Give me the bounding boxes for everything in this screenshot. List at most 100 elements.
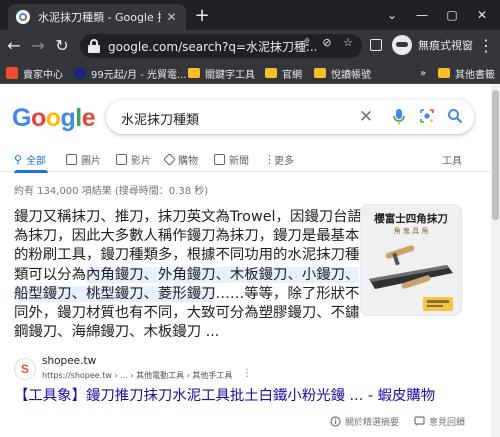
bookmark-label: 悅讀帳號	[331, 69, 371, 81]
tab-close-button[interactable]: ✕	[165, 10, 178, 24]
tab-title: 水泥抹刀種類 - Google 搜尋	[38, 11, 161, 24]
back-arrow-icon[interactable]: ←	[4, 36, 24, 56]
bookmark-folder[interactable]: 官網	[265, 65, 302, 81]
incognito-profile[interactable]: 無痕式視窗	[392, 35, 473, 55]
feedback-link[interactable]: 意見回饋	[414, 414, 465, 428]
snippet-line: 鏝刀又稱抹刀、推刀，抹刀英文為Trowel，因鏝刀台語	[14, 208, 362, 227]
bookmark-label: 關鍵字工具	[205, 69, 255, 81]
tab-label: 新聞	[229, 156, 249, 167]
folder-icon	[314, 68, 326, 78]
search-query[interactable]: 水泥抹刀種類	[121, 109, 199, 128]
maximize-button[interactable]: ▢	[442, 5, 462, 25]
bookmark-star-icon[interactable]: ☆	[341, 36, 355, 50]
eye-off-icon[interactable]: ⊘	[320, 36, 334, 50]
snippet-line: 鋼鏝刀、海綿鏝刀、木板鏝刀 ...	[14, 323, 354, 342]
tab-shopping[interactable]: 購物	[163, 152, 198, 167]
result-breadcrumb: https://shopee.tw › ... › 其他電動工具 › 其他手工具	[42, 371, 233, 380]
bookmark-item[interactable]: 99元起/月 - 光貿電...	[74, 65, 187, 81]
feedback-icon	[414, 415, 425, 426]
video-icon	[116, 154, 127, 165]
folder-icon	[265, 68, 277, 78]
logo-letter: o	[30, 104, 46, 132]
snippet-thumbnail[interactable]: 櫻富士四角抹刀 角 鬼 具 角	[360, 204, 462, 316]
search-box[interactable]: 水泥抹刀種類 ✕	[106, 100, 474, 134]
bookmark-item[interactable]: 賣家中心	[6, 65, 63, 81]
url-text[interactable]: google.com/search?q=水泥抹刀種...	[108, 38, 316, 55]
tab-label: 更多	[274, 156, 294, 167]
bookmarks-overflow-button[interactable]: »	[420, 65, 426, 81]
bookmark-label: 其他書籤	[455, 69, 495, 81]
tab-all[interactable]: ⚲ 全部	[14, 152, 46, 167]
forward-arrow-icon[interactable]: →	[28, 36, 48, 56]
logo-letter: G	[12, 104, 31, 132]
shopee-favicon-icon: S	[14, 358, 36, 380]
bookmarks-bar: 賣家中心 99元起/月 - 光貿電... 關鍵字工具 官網 悅讀帳號 » 其他書…	[0, 62, 500, 84]
snippet-line: 為抹刀，因此大多數人稱作鏝刀為抹刀，鏝刀是最基本	[14, 227, 359, 246]
bookmark-folder[interactable]: 悅讀帳號	[314, 65, 371, 81]
snippet-line: 類可以分為內角鏝刀、外角鏝刀、木板鏝刀、小鏝刀、	[14, 266, 360, 285]
about-featured-snippets-link[interactable]: 關於精選摘要	[330, 414, 399, 428]
result-stats: 約有 134,000 項結果 (搜尋時間：0.38 秒)	[14, 186, 209, 197]
snippet-line: 的粉刷工具，鏝刀種類多，根據不同功用的水泥抹刀種	[14, 246, 359, 265]
image-icon	[66, 154, 77, 165]
tab-label: 圖片	[81, 156, 101, 167]
shopee-icon	[6, 67, 18, 79]
tag-icon	[163, 153, 176, 166]
snippet-line: 船型鏝刀、桃型鏝刀、菱形鏝刀……等等，除了形狀不	[14, 285, 359, 304]
page-scrollbar[interactable]	[491, 84, 500, 437]
share-icon[interactable]: ⇪	[300, 36, 314, 50]
logo-letter: g	[60, 104, 76, 132]
bookmark-label: 官網	[282, 69, 302, 81]
tools-button[interactable]: 工具	[442, 152, 462, 167]
snippet-text: 鋼鏝刀、海綿鏝刀、木板鏝刀 ...	[14, 324, 220, 341]
snippet-text: 類可以分為	[14, 266, 86, 283]
snippet-highlight: 船型鏝刀、桃型鏝刀、菱形鏝刀	[14, 285, 216, 302]
other-bookmarks[interactable]: 其他書籤	[438, 65, 495, 81]
snippet-text: 的粉刷工具，鏝刀種類多，根據不同功用的水泥抹刀種	[14, 247, 360, 264]
browser-tab[interactable]: 水泥抹刀種類 - Google 搜尋 ✕	[8, 4, 186, 30]
tab-images[interactable]: 圖片	[66, 152, 101, 167]
tab-label: 全部	[26, 156, 47, 167]
result-source[interactable]: S shopee.tw https://shopee.tw › ... › 其他…	[14, 354, 252, 384]
snippet-text: 同外，鏝刀材質也有不同，大致可分為塑膠鏝刀、不鏽	[14, 304, 360, 321]
reload-icon[interactable]: ↻	[52, 36, 72, 56]
close-window-button[interactable]: ✕	[472, 5, 492, 25]
clear-icon[interactable]: ✕	[357, 108, 375, 126]
news-icon	[214, 154, 225, 165]
microphone-icon[interactable]	[390, 108, 408, 126]
incognito-icon	[392, 35, 412, 55]
minimize-button[interactable]: —	[412, 5, 432, 25]
search-icon: ⚲	[14, 153, 23, 166]
scrollbar-thumb[interactable]	[492, 90, 499, 220]
tab-label: 影片	[131, 156, 151, 167]
snippet-highlight: 內角鏝刀、外角鏝刀、木板鏝刀、小鏝刀、	[85, 266, 360, 283]
menu-icon[interactable]: ⋮	[476, 36, 496, 56]
snippet-text: 為抹刀，因此大多數人稱作鏝刀為抹刀，鏝刀是最基本	[14, 228, 360, 245]
camera-lens-icon[interactable]	[418, 108, 436, 126]
tab-more[interactable]: ⋮ 更多	[264, 152, 294, 167]
google-logo[interactable]: Google	[12, 104, 96, 133]
search-tabs: ⚲ 全部 圖片 影片 購物 新聞 ⋮ 更多	[0, 146, 500, 173]
result-more-options-icon[interactable]: ⋮	[242, 368, 252, 379]
thumbnail-title: 櫻富士四角抹刀	[374, 213, 448, 225]
more-dots-icon: ⋮	[264, 153, 275, 166]
folder-icon	[438, 68, 450, 78]
tab-videos[interactable]: 影片	[116, 152, 151, 167]
browser-toolbar: ← → ↻ google.com/search?q=水泥抹刀種... ⇪ ⊘ ☆…	[0, 30, 500, 62]
tab-news[interactable]: 新聞	[214, 152, 249, 167]
snippet-text: 鏝刀又稱抹刀、推刀，抹刀英文為Trowel，因鏝刀台語	[14, 209, 362, 225]
search-icon[interactable]	[446, 108, 464, 126]
profile-label: 無痕式視窗	[418, 39, 473, 52]
bookmark-label: 99元起/月 - 光貿電...	[91, 69, 187, 81]
new-tab-button[interactable]: +	[192, 6, 212, 26]
snippet-text: ……等等，除了形狀不	[215, 285, 360, 302]
snippet-line: 同外，鏝刀材質也有不同，大致可分為塑膠鏝刀、不鏽	[14, 304, 359, 323]
bookmark-label: 賣家中心	[23, 69, 63, 81]
result-title-link[interactable]: 【工具象】鏝刀推刀抹刀水泥工具批土白鐵小粉光鏝 ... - 蝦皮購物	[14, 384, 435, 405]
logo-letter: e	[81, 104, 96, 132]
tab-label: 購物	[178, 156, 198, 167]
side-panel-icon[interactable]	[370, 39, 382, 51]
trowel-image	[369, 245, 453, 311]
bookmark-folder[interactable]: 關鍵字工具	[188, 65, 255, 81]
tab-search-button[interactable]: ⌄	[382, 5, 402, 25]
